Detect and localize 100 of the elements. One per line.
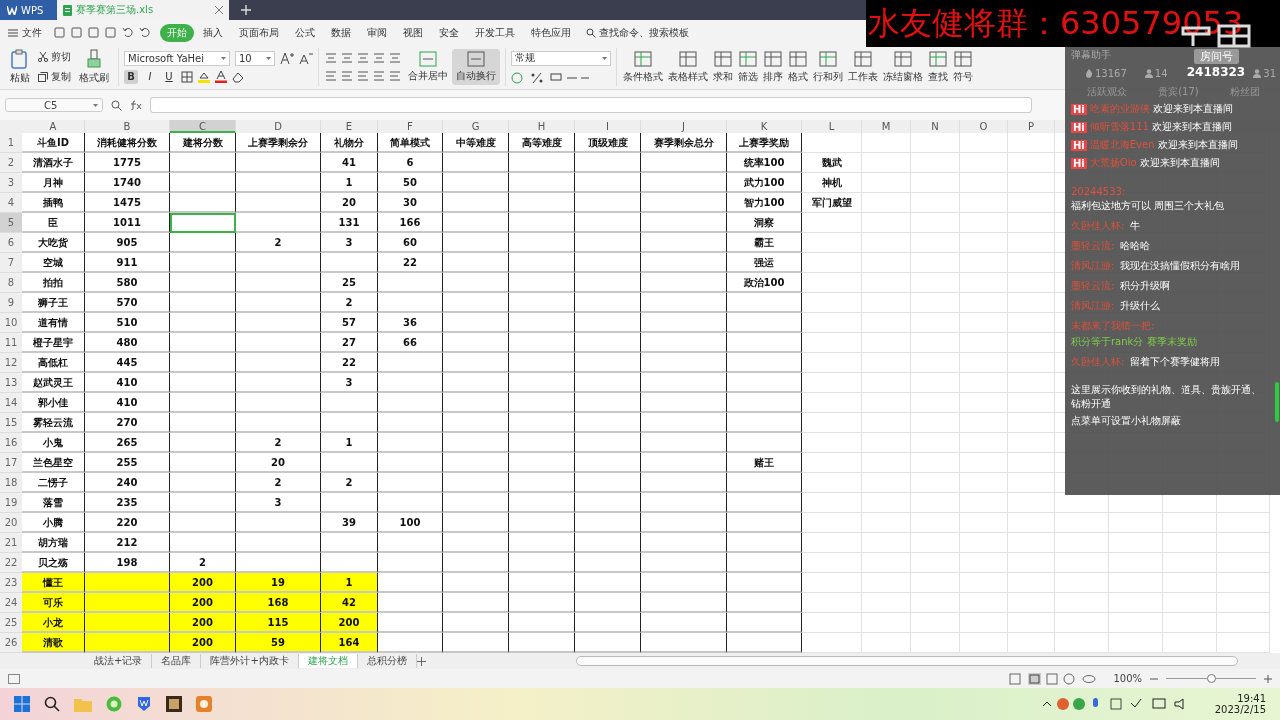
- chat-message: 哈哈哈: [1120, 239, 1151, 253]
- row-header[interactable]: 17: [0, 453, 22, 473]
- table-cell: 911: [85, 253, 170, 273]
- column-header[interactable]: I: [575, 120, 641, 133]
- sheet-tab[interactable]: 阵营外计+内政卡: [201, 654, 299, 668]
- column-header[interactable]: M: [862, 120, 911, 133]
- paste-button[interactable]: 粘贴: [6, 47, 34, 87]
- greeting-badge: Hi: [1071, 121, 1087, 133]
- ribbon-tab[interactable]: 安全: [432, 23, 466, 42]
- ribbon-tab[interactable]: 插入: [196, 23, 230, 42]
- column-header[interactable]: J: [641, 120, 727, 133]
- row-header[interactable]: 14: [0, 393, 22, 413]
- number-format-select[interactable]: 常规: [511, 50, 611, 66]
- row-header[interactable]: 20: [0, 513, 22, 533]
- font-select[interactable]: Microsoft YaHei: [124, 50, 230, 66]
- row-header[interactable]: 5: [0, 213, 22, 233]
- font-size-select[interactable]: 10: [235, 50, 275, 66]
- clock-date[interactable]: 2023/2/15: [1214, 704, 1266, 715]
- ribbon-tab[interactable]: 公式: [288, 23, 322, 42]
- row-header[interactable]: 7: [0, 253, 22, 273]
- zoom-level[interactable]: 100%: [1113, 673, 1142, 684]
- row-header[interactable]: 18: [0, 473, 22, 493]
- clock-time[interactable]: 19:41: [1237, 693, 1266, 704]
- file-menu[interactable]: 文件: [0, 25, 50, 40]
- row-header[interactable]: 3: [0, 173, 22, 193]
- sheet-tab[interactable]: 总积分榜: [357, 654, 417, 668]
- ribbon-tab[interactable]: 视图: [396, 23, 430, 42]
- chat-message: 我现在没搞懂假积分有啥用: [1120, 259, 1241, 273]
- command-search[interactable]: 查找命令、搜索模板: [586, 25, 689, 40]
- cut-button[interactable]: 剪切: [38, 50, 71, 64]
- format-button[interactable]: I: [143, 69, 157, 84]
- row-header[interactable]: 10: [0, 313, 22, 333]
- column-header[interactable]: C: [170, 120, 236, 133]
- column-header[interactable]: F: [378, 120, 443, 133]
- ribbon-tab[interactable]: 特色应用: [524, 23, 578, 42]
- toolbar-button[interactable]: 表格样式: [667, 48, 709, 86]
- ribbon-tab[interactable]: 页面布局: [232, 23, 286, 42]
- format-button[interactable]: B: [124, 69, 138, 84]
- toolbar-button[interactable]: 条件格式: [622, 48, 664, 86]
- wrap-text-button[interactable]: 自动换行: [452, 49, 500, 85]
- format-button[interactable]: U: [162, 69, 176, 84]
- toolbar-button[interactable]: 格式: [787, 48, 809, 86]
- chat-message: 留着下个赛季健将用: [1130, 355, 1221, 369]
- column-header[interactable]: D: [236, 120, 321, 133]
- column-header[interactable]: P: [1008, 120, 1055, 133]
- row-header[interactable]: 13: [0, 373, 22, 393]
- toolbar-button[interactable]: 行和列: [812, 48, 844, 86]
- stat-count: 13167: [1095, 68, 1127, 79]
- row-header[interactable]: 24: [0, 593, 22, 613]
- sheet-tab[interactable]: 名品库: [152, 654, 202, 668]
- row-header[interactable]: 6: [0, 233, 22, 253]
- table-cell: 1740: [85, 173, 170, 193]
- merge-center-button[interactable]: 合并居中: [404, 49, 452, 85]
- row-header[interactable]: 2: [0, 153, 22, 173]
- column-header[interactable]: E: [321, 120, 378, 133]
- sheet-tab[interactable]: 战法+记录: [85, 654, 153, 668]
- table-cell: 魏武: [802, 153, 862, 173]
- toolbar-button[interactable]: 工作表: [847, 48, 879, 86]
- table-cell: 905: [85, 233, 170, 253]
- table-cell: 橙子星宇: [22, 333, 85, 353]
- row-header[interactable]: 26: [0, 633, 22, 653]
- row-header[interactable]: 23: [0, 573, 22, 593]
- column-header[interactable]: L: [802, 120, 862, 133]
- row-header[interactable]: 9: [0, 293, 22, 313]
- row-header[interactable]: 15: [0, 413, 22, 433]
- row-header[interactable]: 8: [0, 273, 22, 293]
- copy-button[interactable]: 复制: [38, 70, 71, 84]
- toolbar-button[interactable]: 查找: [927, 48, 949, 86]
- row-header[interactable]: 19: [0, 493, 22, 513]
- table-cell: 2: [321, 473, 378, 493]
- toolbar-button[interactable]: 筛选: [737, 48, 759, 86]
- column-header[interactable]: H: [509, 120, 575, 133]
- toolbar-button[interactable]: 求和: [712, 48, 734, 86]
- row-header[interactable]: 11: [0, 333, 22, 353]
- row-header[interactable]: 12: [0, 353, 22, 373]
- row-header[interactable]: 4: [0, 193, 22, 213]
- column-header[interactable]: A: [22, 120, 85, 133]
- column-header[interactable]: O: [960, 120, 1008, 133]
- app-tab[interactable]: WPS: [0, 0, 57, 20]
- row-header[interactable]: 22: [0, 553, 22, 573]
- column-header[interactable]: N: [911, 120, 960, 133]
- format-painter-button[interactable]: 格式刷: [75, 47, 113, 87]
- row-header[interactable]: 16: [0, 433, 22, 453]
- table-cell: 军门威望: [802, 193, 862, 213]
- ribbon-tab[interactable]: 数据: [324, 23, 358, 42]
- toolbar-button[interactable]: 符号: [952, 48, 974, 86]
- row-header[interactable]: 1: [0, 133, 22, 153]
- row-header[interactable]: 21: [0, 533, 22, 553]
- name-box[interactable]: C5: [5, 98, 103, 112]
- column-header[interactable]: K: [727, 120, 802, 133]
- highlighted-cell: 19: [236, 573, 321, 593]
- table-cell: 小腾: [22, 513, 85, 533]
- table-cell: 月神: [22, 173, 85, 193]
- ribbon-tab[interactable]: 审阅: [360, 23, 394, 42]
- row-header[interactable]: 25: [0, 613, 22, 633]
- ribbon-tab[interactable]: 开发工具: [468, 23, 522, 42]
- toolbar-button[interactable]: 排序: [762, 48, 784, 86]
- column-header[interactable]: G: [443, 120, 509, 133]
- sheet-tab[interactable]: 建将文档: [298, 654, 358, 668]
- toolbar-button[interactable]: 冻结窗格: [882, 48, 924, 86]
